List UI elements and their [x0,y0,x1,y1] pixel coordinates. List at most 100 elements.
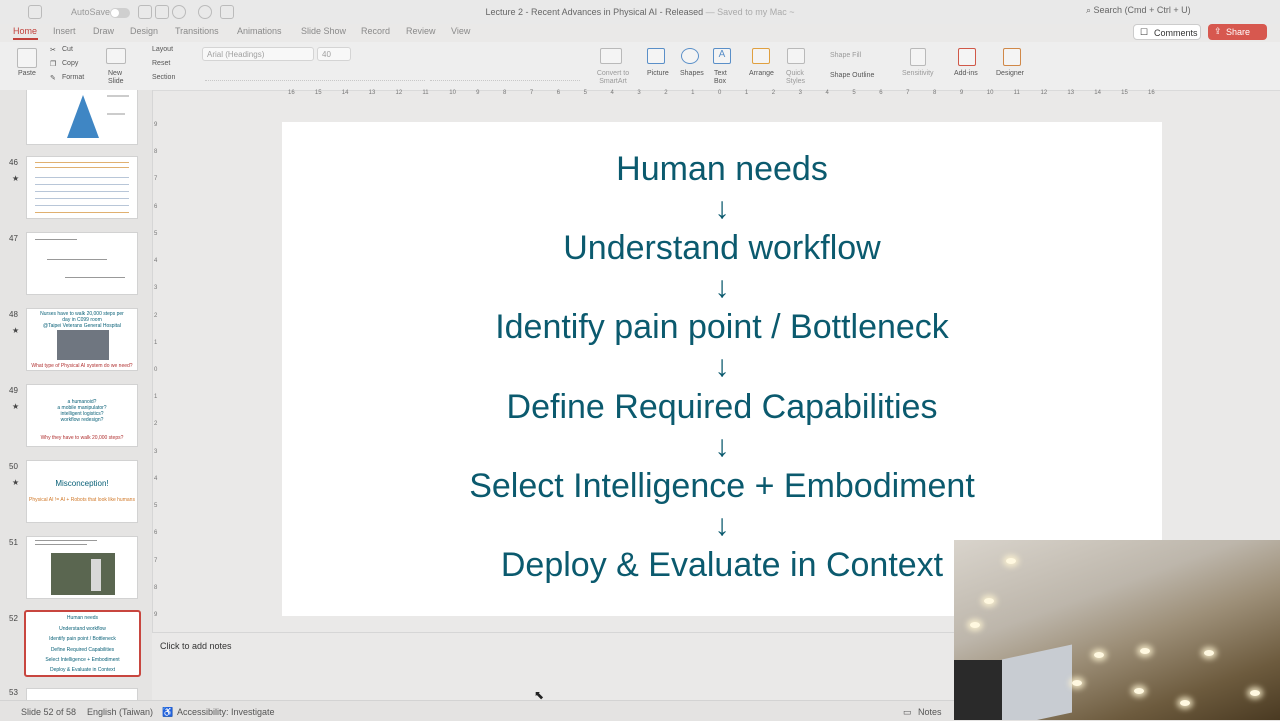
cut-label[interactable]: Cut [62,46,73,53]
arrange-label[interactable]: Arrange [749,70,774,77]
ruler-tick: 16 [288,90,295,96]
scissors-icon: ✂ [50,47,56,54]
picture-icon[interactable] [647,48,665,64]
picture-label[interactable]: Picture [647,70,669,77]
ruler-tick: 13 [368,90,376,96]
format-label[interactable]: Format [62,74,84,81]
add-ins-icon[interactable] [958,48,976,66]
copy-label[interactable]: Copy [62,60,78,67]
shapes-label[interactable]: Shapes [680,70,704,77]
slide-thumbnail[interactable] [26,232,138,295]
ruler-tick: 13 [1067,90,1075,96]
ruler-tick: 2 [154,421,158,428]
quick-styles-icon[interactable] [787,48,805,64]
search-icon: ⌕ [1086,5,1094,15]
tab-home[interactable]: Home [13,26,37,36]
ruler-tick: 5 [583,90,587,96]
search-box[interactable]: ⌕ Search (Cmd + Ctrl + U) [1086,5,1191,16]
ruler-tick: 4 [154,475,158,482]
text-box-icon[interactable]: A [713,48,731,64]
ruler-tick: 2 [664,90,668,96]
flow-step-1[interactable]: Human needs [282,152,1162,186]
tab-transitions[interactable]: Transitions [175,26,219,36]
tab-animations[interactable]: Animations [237,26,282,36]
arrange-icon[interactable] [752,48,770,64]
mouse-cursor-icon: ⬉ [534,688,545,702]
ruler-tick: 12 [395,90,403,96]
notes-placeholder[interactable]: Click to add notes [160,641,232,651]
flow-step-5[interactable]: Select Intelligence + Embodiment [282,469,1162,503]
robot-shape [91,559,101,591]
tab-view[interactable]: View [451,26,470,36]
shapes-icon[interactable] [681,48,699,64]
ruler-tick: 14 [341,90,349,96]
font-name-field[interactable]: Arial (Headings) [202,47,314,61]
slide-number: 53 [9,688,18,697]
slide-thumbnail[interactable]: a humanoid? a mobile manipulator? intell… [26,384,138,447]
ceiling-light [1072,680,1082,686]
ruler-tick: 12 [1040,90,1048,96]
text-box-label[interactable]: Text Box [714,70,734,86]
slide-number: 50 [9,462,18,471]
ceiling-light [1180,700,1190,706]
ruler-tick: 8 [154,584,158,591]
slide-thumbnail[interactable]: Misconception! Physical AI != AI + Robot… [26,460,138,523]
ruler-tick: 11 [422,90,429,96]
tab-insert[interactable]: Insert [53,26,76,36]
thumb-text: Human needs [66,615,99,621]
font-size-field[interactable]: 40 [317,47,351,61]
flow-step-3[interactable]: Identify pain point / Bottleneck [282,310,1162,344]
slide-thumbnail[interactable] [26,536,138,599]
flow-step-2[interactable]: Understand workflow [282,231,1162,265]
section-label[interactable]: Section [152,74,175,81]
ruler-tick: 5 [154,503,158,510]
slide-thumbnail[interactable] [26,156,138,219]
ruler-tick: 9 [154,612,158,618]
new-slide-label[interactable]: New Slide [108,70,132,86]
ruler-tick: 9 [959,90,964,96]
flow-step-4[interactable]: Define Required Capabilities [282,390,1162,424]
new-slide-icon[interactable] [106,48,126,64]
thumb-text: Identify pain point / Bottleneck [49,636,116,642]
shape-outline-label[interactable]: Shape Outline [830,72,874,79]
language-indicator[interactable]: English (Taiwan) [87,707,153,717]
reset-label[interactable]: Reset [152,60,170,67]
convert-smartart-label[interactable]: Convert to SmartArt [593,70,633,86]
comments-button[interactable]: ☐ Comments [1133,24,1201,40]
document-name: Lecture 2 - Recent Advances in Physical … [485,7,704,17]
designer-icon[interactable] [1003,48,1021,66]
share-button[interactable]: ⇪ Share [1208,24,1267,40]
tab-record[interactable]: Record [361,26,390,36]
ruler-tick: 6 [154,203,158,210]
slide-number: 51 [9,538,18,547]
ceiling-light [1006,558,1016,564]
sensitivity-label[interactable]: Sensitivity [902,70,934,77]
tab-design[interactable]: Design [130,26,158,36]
ceiling-light [984,598,994,604]
sensitivity-icon[interactable] [910,48,926,66]
notes-button[interactable]: Notes [918,707,942,717]
slide-thumbnails-pane[interactable]: 46 ★ 47 48 ★ Nurses have to walk 20,000 … [0,90,153,700]
shape-fill-label[interactable]: Shape Fill [830,52,861,59]
tab-slide-show[interactable]: Slide Show [301,26,346,36]
tab-review[interactable]: Review [406,26,436,36]
thumb-text: @Taipei Veterans General Hospital [43,323,121,329]
slide-thumbnail[interactable] [26,688,138,700]
text-format-controls[interactable] [205,70,425,81]
smartart-icon[interactable] [600,48,622,64]
accessibility-status[interactable]: Accessibility: Investigate [177,707,275,717]
paste-label[interactable]: Paste [18,70,36,77]
share-icon: ⇪ [1214,26,1222,36]
tab-draw[interactable]: Draw [93,26,114,36]
animation-star-icon: ★ [12,174,20,183]
layout-label[interactable]: Layout [152,46,173,53]
slide-thumbnail[interactable] [26,90,138,145]
slide-thumbnail-selected[interactable]: Human needs Understand workflow Identify… [24,610,141,677]
ribbon-tabs: Home Insert Draw Design Transitions Anim… [0,24,1280,40]
paragraph-controls[interactable] [430,50,580,81]
add-ins-label[interactable]: Add-ins [954,70,978,77]
clipboard-icon[interactable] [17,48,37,68]
designer-label[interactable]: Designer [996,70,1024,77]
quick-styles-label[interactable]: Quick Styles [786,70,810,86]
slide-thumbnail[interactable]: Nurses have to walk 20,000 steps per day… [26,308,138,371]
